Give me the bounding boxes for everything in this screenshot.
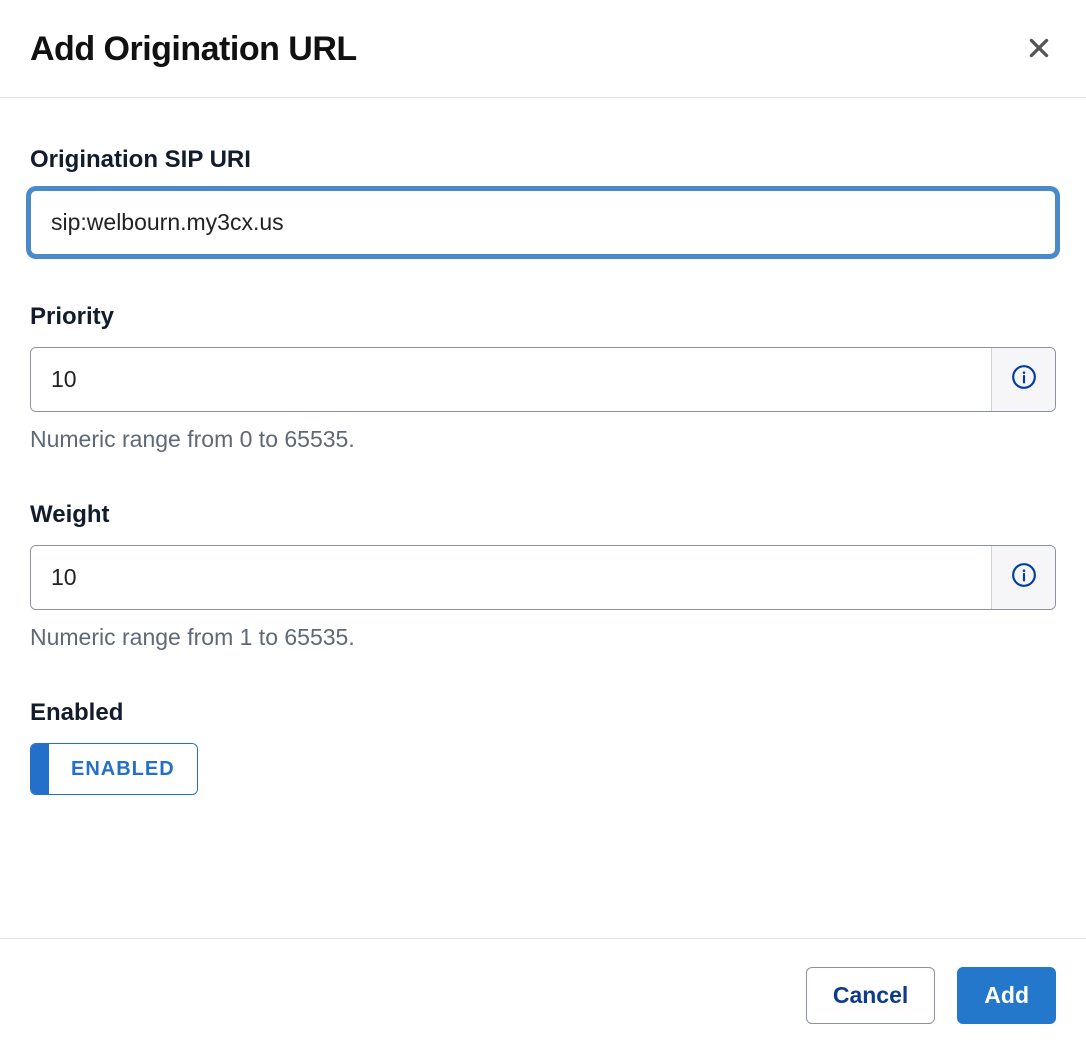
priority-info-button[interactable] bbox=[991, 348, 1055, 411]
weight-field-group: Weight Numeric range from 1 to 65535. bbox=[30, 501, 1056, 651]
sip-uri-label: Origination SIP URI bbox=[30, 146, 1056, 174]
close-icon bbox=[1026, 35, 1052, 64]
priority-field-group: Priority Numeric range from 0 to 65535. bbox=[30, 303, 1056, 453]
sip-uri-input[interactable] bbox=[30, 190, 1056, 255]
sip-uri-field-group: Origination SIP URI bbox=[30, 146, 1056, 255]
close-button[interactable] bbox=[1022, 31, 1056, 68]
priority-help-text: Numeric range from 0 to 65535. bbox=[30, 426, 1056, 453]
info-icon bbox=[1011, 364, 1037, 395]
modal-footer: Cancel Add bbox=[0, 938, 1086, 1052]
toggle-label: ENABLED bbox=[49, 744, 197, 794]
priority-input-wrapper bbox=[30, 347, 1056, 412]
enabled-field-group: Enabled ENABLED bbox=[30, 699, 1056, 799]
modal-header: Add Origination URL bbox=[0, 0, 1086, 98]
enabled-label: Enabled bbox=[30, 699, 1056, 727]
weight-info-button[interactable] bbox=[991, 546, 1055, 609]
info-icon bbox=[1011, 562, 1037, 593]
add-button[interactable]: Add bbox=[957, 967, 1056, 1024]
weight-label: Weight bbox=[30, 501, 1056, 529]
enabled-toggle[interactable]: ENABLED bbox=[30, 743, 198, 795]
priority-label: Priority bbox=[30, 303, 1056, 331]
priority-input[interactable] bbox=[31, 348, 991, 411]
cancel-button[interactable]: Cancel bbox=[806, 967, 935, 1024]
modal-title: Add Origination URL bbox=[30, 30, 357, 69]
toggle-indicator bbox=[31, 744, 49, 794]
weight-input[interactable] bbox=[31, 546, 991, 609]
modal-body: Origination SIP URI Priority Numeric bbox=[0, 98, 1086, 938]
weight-input-wrapper bbox=[30, 545, 1056, 610]
add-origination-url-modal: Add Origination URL Origination SIP URI … bbox=[0, 0, 1086, 1052]
weight-help-text: Numeric range from 1 to 65535. bbox=[30, 624, 1056, 651]
